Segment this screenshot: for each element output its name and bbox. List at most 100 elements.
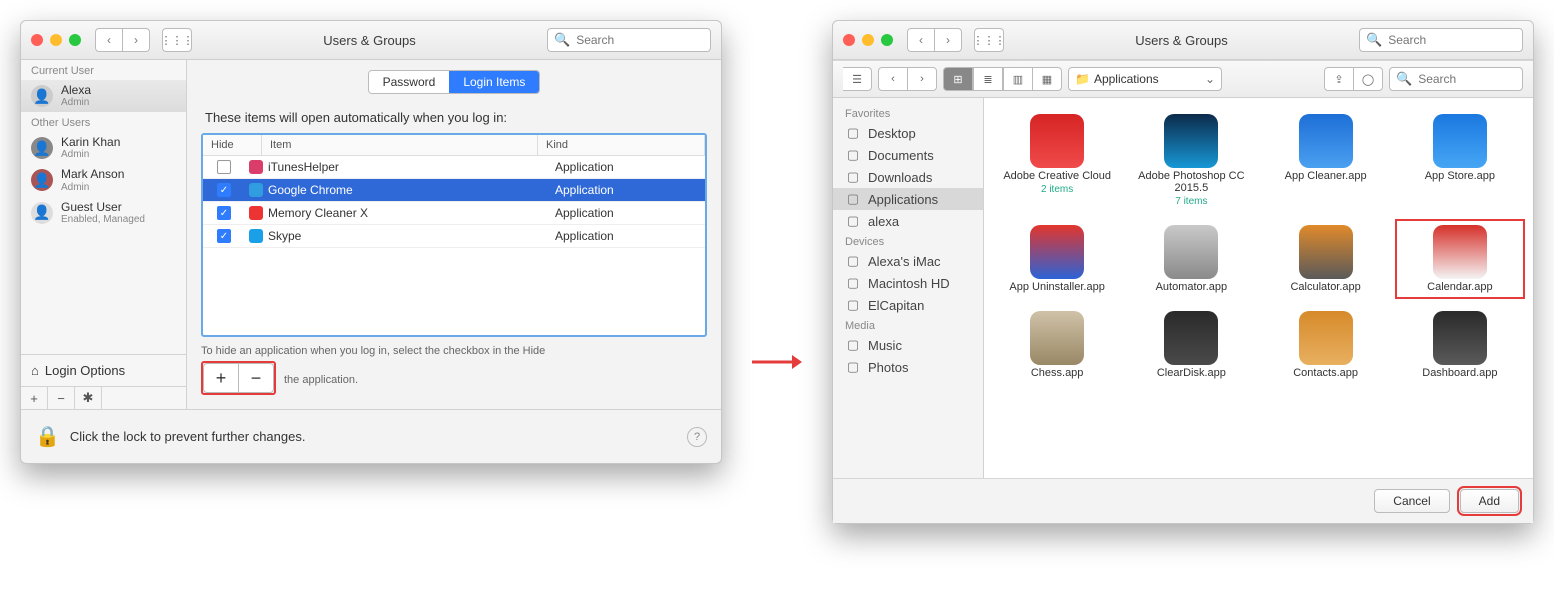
zoom-icon[interactable] xyxy=(881,34,893,46)
app-item[interactable]: Dashboard.app xyxy=(1395,305,1525,385)
view-icons[interactable]: ⊞ xyxy=(943,67,973,91)
app-icon xyxy=(1164,311,1218,365)
cancel-button[interactable]: Cancel xyxy=(1374,489,1449,513)
app-name: App Cleaner.app xyxy=(1285,170,1367,182)
back-button[interactable]: ‹ xyxy=(95,28,123,52)
path-popup[interactable]: 📁 Applications ⌄ xyxy=(1068,67,1222,91)
view-columns[interactable]: ▥ xyxy=(1003,67,1033,91)
app-icon xyxy=(1164,225,1218,279)
tags-button[interactable]: ◯ xyxy=(1354,67,1383,91)
app-name: Calendar.app xyxy=(1427,281,1492,293)
forward-button[interactable]: › xyxy=(123,28,150,52)
sidebar-item[interactable]: ▢Music xyxy=(833,334,983,356)
user-row-current[interactable]: 👤 AlexaAdmin xyxy=(21,80,186,112)
app-item[interactable]: Calculator.app xyxy=(1261,219,1391,299)
search-icon: 🔍 xyxy=(1396,71,1412,87)
item-name: Skype xyxy=(268,229,301,243)
app-name: Adobe Photoshop CC 2015.5 xyxy=(1132,170,1250,194)
avatar-icon: 👤 xyxy=(31,202,53,224)
table-row[interactable]: ✓ Skype Application xyxy=(203,225,705,248)
icon-grid: Adobe Creative Cloud 2 items Adobe Photo… xyxy=(984,98,1533,478)
minimize-icon[interactable] xyxy=(862,34,874,46)
user-row[interactable]: 👤 Karin KhanAdmin xyxy=(21,132,186,164)
avatar-icon: 👤 xyxy=(31,85,53,107)
add-button[interactable]: Add xyxy=(1460,489,1519,513)
app-item[interactable]: App Store.app xyxy=(1395,108,1525,213)
user-row[interactable]: 👤 Guest UserEnabled, Managed xyxy=(21,197,186,229)
close-icon[interactable] xyxy=(843,34,855,46)
prefs-window: ‹ › ⋮⋮⋮ Users & Groups 🔍 Current User 👤 … xyxy=(20,20,722,464)
current-user-header: Current User xyxy=(21,60,186,80)
sidebar-item[interactable]: ▢Alexa's iMac xyxy=(833,250,983,272)
app-item[interactable]: App Cleaner.app xyxy=(1261,108,1391,213)
hide-hint-line2: the application. xyxy=(284,374,358,386)
lock-icon[interactable]: 🔒 xyxy=(35,424,60,449)
sidebar-item[interactable]: ▢Applications xyxy=(833,188,983,210)
share-button[interactable]: ⇪ xyxy=(1324,67,1354,91)
show-all-button[interactable]: ⋮⋮⋮ xyxy=(974,28,1004,52)
user-row[interactable]: 👤 Mark AnsonAdmin xyxy=(21,164,186,196)
minimize-icon[interactable] xyxy=(50,34,62,46)
show-all-button[interactable]: ⋮⋮⋮ xyxy=(162,28,192,52)
app-icon xyxy=(1164,114,1218,168)
login-items-hint: These items will open automatically when… xyxy=(205,110,707,125)
user-sidebar: Current User 👤 AlexaAdmin Other Users 👤 … xyxy=(21,60,187,409)
sidebar-item[interactable]: ▢ElCapitan xyxy=(833,294,983,316)
add-item-button[interactable]: + xyxy=(203,363,239,393)
hide-checkbox[interactable]: ✓ xyxy=(217,229,231,243)
item-kind: Application xyxy=(547,183,705,197)
zoom-icon[interactable] xyxy=(69,34,81,46)
nav-forward[interactable]: › xyxy=(908,67,937,91)
app-name: Automator.app xyxy=(1156,281,1228,293)
table-row[interactable]: ✓ Memory Cleaner X Application xyxy=(203,202,705,225)
remove-user-button[interactable]: − xyxy=(48,387,75,409)
view-gallery[interactable]: ▦ xyxy=(1033,67,1062,91)
help-button[interactable]: ? xyxy=(687,427,707,447)
search-field[interactable]: 🔍 xyxy=(1359,28,1523,52)
sidebar-footer: + − ✱ xyxy=(21,386,186,409)
app-item[interactable]: Chess.app xyxy=(992,305,1122,385)
table-row[interactable]: ✓ Google Chrome Application xyxy=(203,179,705,202)
sidebar-item[interactable]: ▢Macintosh HD xyxy=(833,272,983,294)
app-name: Adobe Creative Cloud xyxy=(1003,170,1111,182)
back-button[interactable]: ‹ xyxy=(907,28,935,52)
app-name: Calculator.app xyxy=(1290,281,1360,293)
tab-login-items[interactable]: Login Items xyxy=(449,71,539,93)
app-item[interactable]: ClearDisk.app xyxy=(1126,305,1256,385)
sidebar-item[interactable]: ▢Downloads xyxy=(833,166,983,188)
close-icon[interactable] xyxy=(31,34,43,46)
hide-checkbox[interactable] xyxy=(217,160,231,174)
hide-checkbox[interactable]: ✓ xyxy=(217,183,231,197)
app-item[interactable]: Calendar.app xyxy=(1395,219,1525,299)
forward-button[interactable]: › xyxy=(935,28,962,52)
item-kind: Application xyxy=(547,229,705,243)
add-user-button[interactable]: + xyxy=(21,387,48,409)
app-subtitle: 2 items xyxy=(1041,184,1073,195)
app-subtitle: 7 items xyxy=(1175,196,1207,207)
app-item[interactable]: Adobe Photoshop CC 2015.5 7 items xyxy=(1126,108,1256,213)
app-item[interactable]: App Uninstaller.app xyxy=(992,219,1122,299)
table-row[interactable]: iTunesHelper Application xyxy=(203,156,705,179)
sidebar-item[interactable]: ▢alexa xyxy=(833,210,983,232)
dialog-footer: Cancel Add xyxy=(833,478,1533,523)
nav-back[interactable]: ‹ xyxy=(878,67,908,91)
app-item[interactable]: Automator.app xyxy=(1126,219,1256,299)
search-input[interactable] xyxy=(574,32,704,48)
app-item[interactable]: Contacts.app xyxy=(1261,305,1391,385)
sidebar-item[interactable]: ▢Documents xyxy=(833,144,983,166)
remove-item-button[interactable]: − xyxy=(239,363,274,393)
open-dialog-window: ‹› ⋮⋮⋮ Users & Groups 🔍 ☰ ‹› ⊞ ≣ ▥ ▦ 📁 A… xyxy=(832,20,1534,524)
folder-icon: ▢ xyxy=(845,169,861,185)
gear-button[interactable]: ✱ xyxy=(75,387,102,409)
sidebar-toggle[interactable]: ☰ xyxy=(843,67,872,91)
hide-checkbox[interactable]: ✓ xyxy=(217,206,231,220)
search-field[interactable]: 🔍 xyxy=(547,28,711,52)
app-item[interactable]: Adobe Creative Cloud 2 items xyxy=(992,108,1122,213)
sidebar-item[interactable]: ▢Desktop xyxy=(833,122,983,144)
tab-password[interactable]: Password xyxy=(369,71,450,93)
traffic-lights xyxy=(843,34,893,46)
login-options[interactable]: ⌂ Login Options xyxy=(21,354,186,386)
view-list[interactable]: ≣ xyxy=(973,67,1003,91)
finder-search[interactable]: 🔍 xyxy=(1389,67,1523,91)
sidebar-item[interactable]: ▢Photos xyxy=(833,356,983,378)
